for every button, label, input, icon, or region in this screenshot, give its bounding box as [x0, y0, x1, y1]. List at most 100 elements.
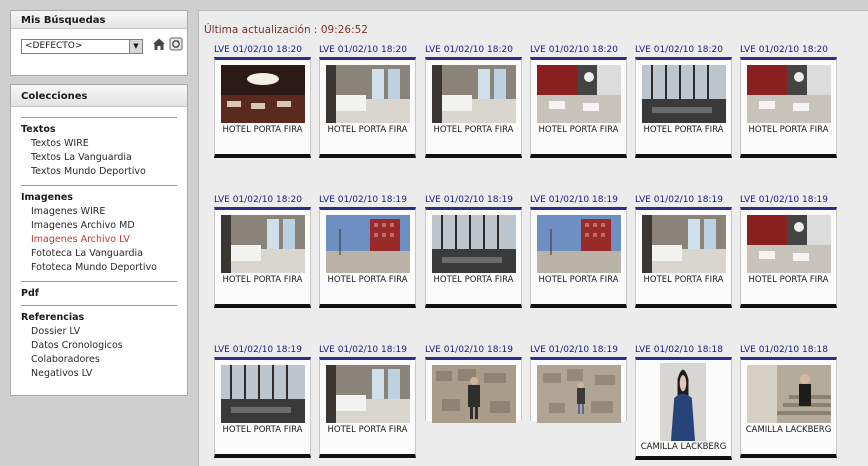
chevron-down-icon[interactable]: ▼ [129, 40, 142, 53]
photo-thumbnail[interactable] [221, 65, 305, 123]
section-title[interactable]: Pdf [11, 288, 187, 299]
photo-thumbnail[interactable] [326, 365, 410, 423]
image-card[interactable]: LVE 01/02/10 18:20 HOTEL PORTA FIRA [214, 195, 311, 308]
saved-searches-title: Mis Búsquedas [11, 11, 187, 29]
collections-title: Colecciones [11, 85, 187, 107]
collections-list: Textos Textos WIRE Textos La Vanguardia Tex… [11, 117, 187, 381]
sidebar-item[interactable]: Fototeca Mundo Deportivo [11, 261, 187, 275]
image-card[interactable]: LVE 01/02/10 18:19 HOTEL PORTA FIRA [530, 195, 627, 308]
section-title[interactable]: Referencias [11, 312, 187, 323]
card-timestamp: LVE 01/02/10 18:19 [214, 345, 302, 355]
image-card[interactable]: LVE 01/02/10 18:19 HOTEL PORTA FIRA [319, 195, 416, 308]
section-title[interactable]: Textos [11, 124, 187, 135]
card-caption: HOTEL PORTA FIRA [643, 125, 724, 135]
card-timestamp: LVE 01/02/10 18:19 [530, 195, 618, 205]
card-timestamp: LVE 01/02/10 18:20 [530, 45, 618, 55]
card-frame: HOTEL PORTA FIRA [635, 57, 732, 158]
card-frame: HOTEL PORTA FIRA [319, 57, 416, 158]
photo-thumbnail[interactable] [537, 65, 621, 123]
section-divider [21, 305, 177, 306]
image-card[interactable]: LVE 01/02/10 18:19 HOTEL PORTA FIRA [319, 345, 416, 458]
card-frame: HOTEL PORTA FIRA [214, 207, 311, 308]
photo-thumbnail[interactable] [221, 365, 305, 423]
photo-thumbnail[interactable] [747, 215, 831, 273]
card-timestamp: LVE 01/02/10 18:20 [319, 45, 407, 55]
card-frame: CAMILLA LACKBERG [635, 357, 732, 460]
sidebar-item[interactable]: Imagenes Archivo LV [11, 233, 187, 247]
card-frame: HOTEL PORTA FIRA [319, 207, 416, 308]
photo-thumbnail[interactable] [432, 65, 516, 123]
card-caption: CAMILLA LACKBERG [640, 442, 727, 452]
photo-thumbnail[interactable] [747, 65, 831, 123]
sidebar-item[interactable]: Imagenes Archivo MD [11, 219, 187, 233]
image-card[interactable]: LVE 01/02/10 18:20 HOTEL PORTA FIRA [530, 45, 627, 158]
sidebar-item[interactable]: Textos Mundo Deportivo [11, 165, 187, 179]
card-frame: HOTEL PORTA FIRA [740, 207, 837, 308]
card-caption: HOTEL PORTA FIRA [538, 125, 619, 135]
image-card[interactable]: LVE 01/02/10 18:19 [425, 345, 522, 423]
sidebar-item[interactable]: Textos WIRE [11, 137, 187, 151]
image-card[interactable]: LVE 01/02/10 18:19 HOTEL PORTA FIRA [740, 195, 837, 308]
card-caption: HOTEL PORTA FIRA [327, 425, 408, 435]
card-timestamp: LVE 01/02/10 18:20 [740, 45, 828, 55]
image-card[interactable]: LVE 01/02/10 18:19 HOTEL PORTA FIRA [214, 345, 311, 458]
image-card[interactable]: LVE 01/02/10 18:19 HOTEL PORTA FIRA [425, 195, 522, 308]
home-icon[interactable] [152, 37, 166, 51]
image-card[interactable]: LVE 01/02/10 18:20 HOTEL PORTA FIRA [319, 45, 416, 158]
card-frame: HOTEL PORTA FIRA [740, 57, 837, 158]
card-caption: HOTEL PORTA FIRA [433, 125, 514, 135]
photo-thumbnail[interactable] [642, 215, 726, 273]
card-timestamp: LVE 01/02/10 18:19 [425, 195, 513, 205]
sidebar-item[interactable]: Colaboradores [11, 353, 187, 367]
sidebar-item[interactable]: Textos La Vanguardia [11, 151, 187, 165]
photo-thumbnail[interactable] [537, 365, 621, 423]
section-title[interactable]: Imagenes [11, 192, 187, 203]
photo-thumbnail[interactable] [221, 215, 305, 273]
card-frame: HOTEL PORTA FIRA [319, 357, 416, 458]
card-frame: HOTEL PORTA FIRA [214, 57, 311, 158]
results-panel: Última actualización : 09:26:52 LVE 01/0… [198, 10, 868, 466]
photo-thumbnail[interactable] [326, 215, 410, 273]
card-caption: CAMILLA LACKBERG [745, 425, 832, 435]
sidebar-item[interactable]: Fototeca La Vanguardia [11, 247, 187, 261]
card-frame: HOTEL PORTA FIRA [214, 357, 311, 458]
photo-thumbnail[interactable] [660, 363, 706, 441]
card-frame: HOTEL PORTA FIRA [530, 207, 627, 308]
image-card[interactable]: LVE 01/02/10 18:20 HOTEL PORTA FIRA [425, 45, 522, 158]
saved-search-value: <DEFECTO> [25, 41, 83, 51]
card-timestamp: LVE 01/02/10 18:19 [635, 195, 723, 205]
image-card[interactable]: LVE 01/02/10 18:20 HOTEL PORTA FIRA [635, 45, 732, 158]
image-card[interactable]: LVE 01/02/10 18:18 CAMILLA LACKBERG [635, 345, 732, 460]
image-card[interactable]: LVE 01/02/10 18:20 HOTEL PORTA FIRA [214, 45, 311, 158]
photo-thumbnail[interactable] [537, 215, 621, 273]
sidebar-item[interactable]: Datos Cronologicos [11, 339, 187, 353]
image-card[interactable]: LVE 01/02/10 18:19 [530, 345, 627, 423]
card-frame: HOTEL PORTA FIRA [425, 57, 522, 158]
card-timestamp: LVE 01/02/10 18:19 [425, 345, 513, 355]
sidebar-item[interactable]: Negativos LV [11, 367, 187, 381]
saved-searches-panel: Mis Búsquedas <DEFECTO> ▼ [10, 10, 188, 76]
card-timestamp: LVE 01/02/10 18:19 [740, 195, 828, 205]
photo-thumbnail[interactable] [432, 215, 516, 273]
refresh-icon[interactable] [169, 37, 183, 51]
card-caption: HOTEL PORTA FIRA [748, 275, 829, 285]
photo-thumbnail[interactable] [747, 365, 831, 423]
card-caption: HOTEL PORTA FIRA [327, 275, 408, 285]
photo-thumbnail[interactable] [326, 65, 410, 123]
card-caption: HOTEL PORTA FIRA [538, 275, 619, 285]
card-frame [530, 357, 627, 423]
card-caption: HOTEL PORTA FIRA [433, 275, 514, 285]
card-caption: HOTEL PORTA FIRA [222, 425, 303, 435]
image-card[interactable]: LVE 01/02/10 18:19 HOTEL PORTA FIRA [635, 195, 732, 308]
saved-search-select[interactable]: <DEFECTO> ▼ [21, 39, 143, 54]
card-caption: HOTEL PORTA FIRA [327, 125, 408, 135]
photo-thumbnail[interactable] [642, 65, 726, 123]
image-card[interactable]: LVE 01/02/10 18:20 HOTEL PORTA FIRA [740, 45, 837, 158]
card-timestamp: LVE 01/02/10 18:18 [740, 345, 828, 355]
sidebar-item[interactable]: Dossier LV [11, 325, 187, 339]
photo-thumbnail[interactable] [432, 365, 516, 423]
sidebar-item[interactable]: Imagenes WIRE [11, 205, 187, 219]
last-update-label: Última actualización : 09:26:52 [204, 24, 368, 36]
image-card[interactable]: LVE 01/02/10 18:18 CAMILLA LACKBERG [740, 345, 837, 458]
section-divider [21, 281, 177, 282]
